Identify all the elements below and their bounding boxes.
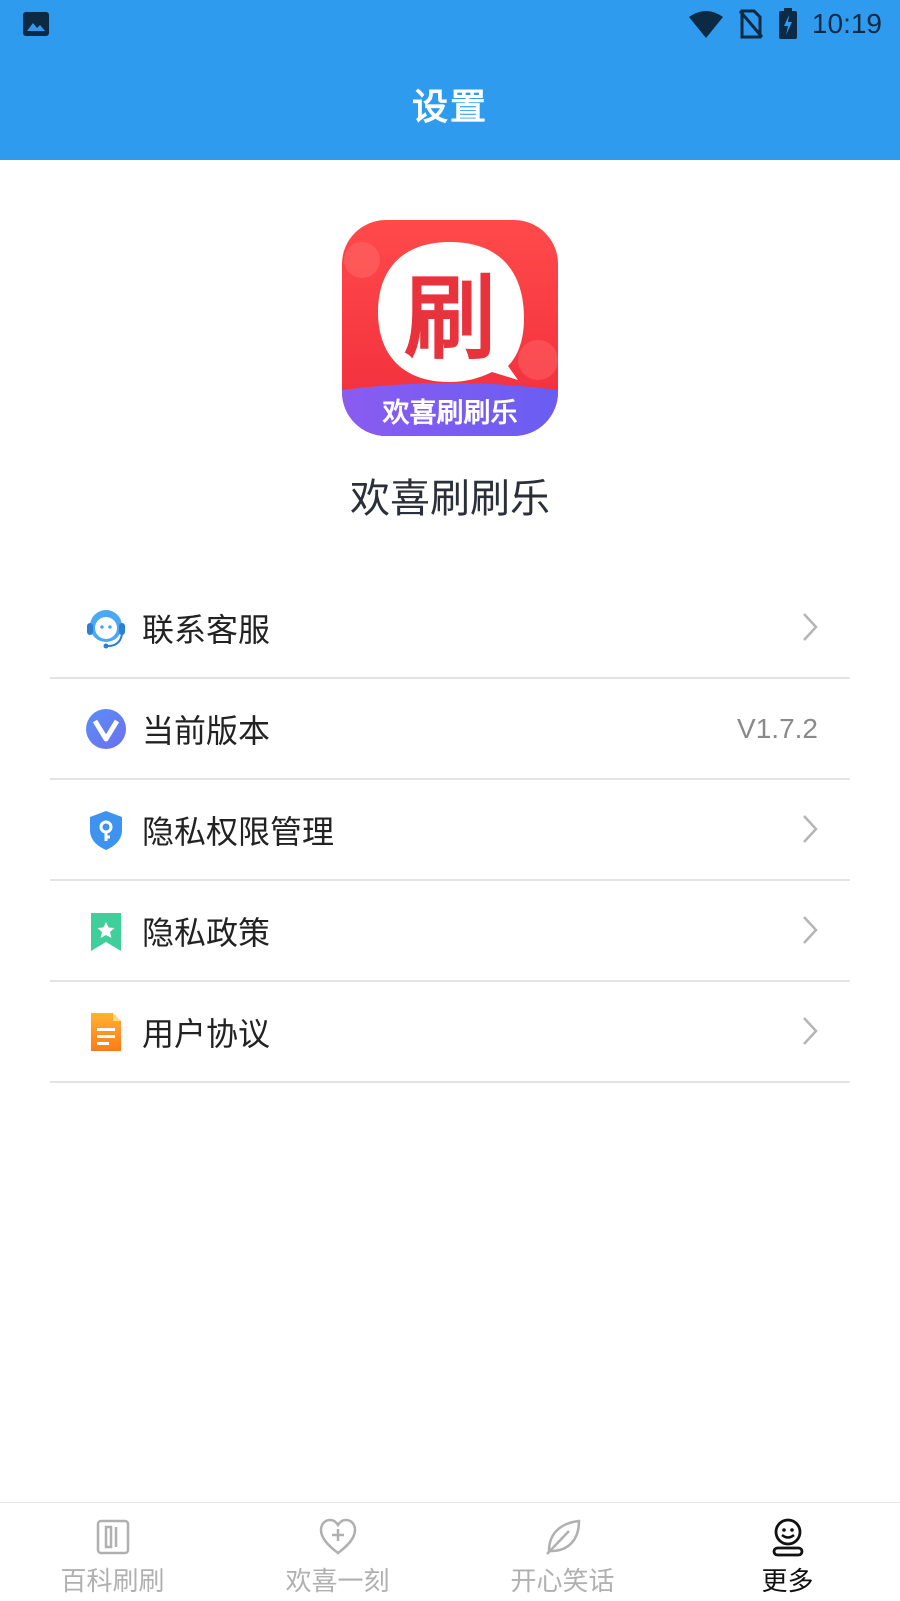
menu-item-privacy-permissions[interactable]: 隐私权限管理 xyxy=(50,780,850,881)
tab-encyclopedia[interactable]: 百科刷刷 xyxy=(0,1503,225,1601)
app-logo: 刷 欢喜刷刷乐 xyxy=(342,220,558,436)
status-bar: 10:19 xyxy=(0,0,900,48)
version-icon xyxy=(86,709,126,749)
menu-item-label: 联系客服 xyxy=(142,610,271,649)
tab-label: 更多 xyxy=(761,1567,814,1597)
tab-label: 百科刷刷 xyxy=(60,1567,165,1597)
smiley-user-icon xyxy=(772,1518,804,1557)
logo-glyph: 刷 xyxy=(404,265,496,372)
menu-item-privacy-policy[interactable]: 隐私政策 xyxy=(50,881,850,982)
gallery-notification-icon xyxy=(23,12,49,36)
app-logo-graphic: 刷 欢喜刷刷乐 xyxy=(342,220,558,436)
bookmark-star-icon xyxy=(91,913,121,951)
settings-menu: 联系客服 当前版本 V1.7.2 隐私权限管理 隐私政策 用户协议 xyxy=(50,578,850,1083)
chevron-right-icon xyxy=(803,916,818,944)
battery-charging-icon xyxy=(778,8,797,39)
version-value: V1.7.2 xyxy=(737,712,818,744)
menu-item-label: 用户协议 xyxy=(142,1014,271,1053)
menu-item-user-agreement[interactable]: 用户协议 xyxy=(50,982,850,1083)
no-sim-icon xyxy=(738,9,764,39)
app-name: 欢喜刷刷乐 xyxy=(350,476,550,522)
leaf-icon xyxy=(546,1519,581,1555)
book-icon xyxy=(96,1519,130,1555)
chevron-right-icon xyxy=(803,613,818,641)
menu-item-contact-support[interactable]: 联系客服 xyxy=(50,578,850,679)
tab-label: 欢喜一刻 xyxy=(285,1567,390,1597)
chevron-right-icon xyxy=(803,815,818,843)
menu-item-label: 隐私政策 xyxy=(142,913,271,952)
chevron-right-icon xyxy=(803,1017,818,1045)
menu-item-label: 隐私权限管理 xyxy=(142,812,335,851)
headset-icon xyxy=(87,610,125,649)
bottom-tab-bar: 百科刷刷 欢喜一刻 开心笑话 更多 xyxy=(0,1502,900,1601)
tab-label: 开心笑话 xyxy=(510,1567,615,1597)
tab-jokes[interactable]: 开心笑话 xyxy=(450,1503,675,1601)
status-time: 10:19 xyxy=(811,8,882,39)
wifi-icon xyxy=(688,11,723,38)
document-icon xyxy=(91,1013,121,1051)
shield-key-icon xyxy=(90,811,122,850)
menu-item-current-version[interactable]: 当前版本 V1.7.2 xyxy=(50,679,850,780)
app-bar: 设置 xyxy=(0,48,900,160)
heart-plus-icon xyxy=(319,1518,357,1555)
page-title: 设置 xyxy=(411,87,488,128)
tab-more[interactable]: 更多 xyxy=(675,1503,900,1601)
logo-text: 欢喜刷刷乐 xyxy=(382,398,518,429)
tab-happy-moment[interactable]: 欢喜一刻 xyxy=(225,1503,450,1601)
menu-item-label: 当前版本 xyxy=(142,711,271,750)
